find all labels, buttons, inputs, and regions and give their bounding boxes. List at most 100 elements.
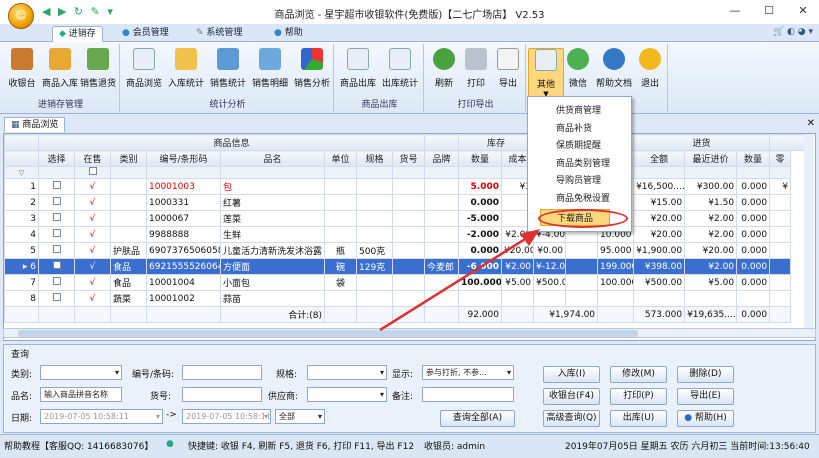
- refresh-button[interactable]: 刷新: [426, 48, 462, 94]
- help-h-button[interactable]: ● 帮助(H): [677, 410, 734, 427]
- dropdown-item[interactable]: 导购员管理: [556, 173, 601, 186]
- cell-a: ¥0.00: [533, 242, 567, 259]
- dropdown-item[interactable]: 商品补货: [556, 121, 592, 134]
- column-header[interactable]: [4, 150, 39, 167]
- display-select[interactable]: 参与打折, 不参... ▾: [422, 365, 514, 380]
- column-header[interactable]: 最近进价: [684, 150, 738, 167]
- column-header[interactable]: 零: [769, 150, 792, 167]
- column-header[interactable]: 货号: [391, 150, 426, 167]
- name-input[interactable]: 输入商品拼音名称: [40, 387, 122, 402]
- tab-system[interactable]: ✎ 系统管理: [190, 26, 248, 42]
- delete-button[interactable]: 删除(D): [677, 366, 734, 383]
- print-button[interactable]: 打印: [458, 48, 494, 94]
- column-header[interactable]: 在售: [74, 150, 111, 167]
- row-checkbox[interactable]: [38, 242, 75, 259]
- maximize-button[interactable]: ☐: [754, 4, 784, 17]
- cell-text: ¥2.00: [505, 261, 532, 272]
- stock-out-button[interactable]: 商品出库: [340, 48, 376, 94]
- sku-input[interactable]: [182, 387, 262, 402]
- tab-members[interactable]: ● 会员管理: [116, 26, 175, 42]
- dropdown-item[interactable]: 供货商管理: [556, 103, 601, 116]
- export-e-button[interactable]: 导出(E): [677, 388, 734, 405]
- dropdown-item[interactable]: 保质期提醒: [556, 138, 601, 151]
- stock-out-u-button[interactable]: 出库(U): [610, 410, 667, 427]
- column-header[interactable]: 数量: [458, 150, 503, 167]
- stock-in-stats-button[interactable]: 入库统计: [168, 48, 204, 94]
- scroll-thumb[interactable]: [18, 330, 638, 337]
- column-header[interactable]: 规格: [356, 150, 393, 167]
- table-row[interactable]: 1√10001003包5.000¥30.000¥16,500....¥300.0…: [4, 178, 810, 195]
- advanced-query-button[interactable]: 高级查询(Q): [543, 410, 600, 427]
- table-row[interactable]: 8 √ 蔬菜 10001002 蒜苗: [4, 290, 810, 307]
- row-checkbox[interactable]: [38, 226, 75, 243]
- cell-text: ¥2.00: [708, 213, 735, 224]
- cell-text: ¥5.00: [505, 277, 532, 288]
- column-header[interactable]: 类别: [110, 150, 147, 167]
- table-row[interactable]: ▸ 6 √ 食品 6921555526064 方便面 碗 129克 今麦郎 -6.000 ¥2.0…: [4, 258, 810, 275]
- dropdown-item[interactable]: 商品类别管理: [556, 156, 610, 169]
- tab-help[interactable]: ● 帮助: [268, 26, 309, 42]
- dropdown-item[interactable]: 商品免税设置: [556, 191, 610, 204]
- tab-inventory[interactable]: ◆ 进销存: [52, 26, 103, 42]
- column-header[interactable]: 全额: [633, 150, 686, 167]
- doc-tab-browse[interactable]: ▦ 商品浏览: [4, 117, 66, 132]
- minimize-button[interactable]: —: [720, 4, 750, 17]
- table-row[interactable]: 4 √ 9988888 生鲜 -2.000 ¥2.00 ¥-4.00 10.000 ¥20.00…: [4, 226, 810, 243]
- row-checkbox[interactable]: [38, 258, 75, 275]
- export-button[interactable]: 导出: [490, 48, 526, 94]
- sales-analysis-button[interactable]: 销售分析: [294, 48, 330, 94]
- date-to-input[interactable]: 2019-07-05 10:58:11 ▾: [182, 409, 271, 424]
- browse-products-button[interactable]: 商品浏览: [126, 48, 162, 94]
- table-row[interactable]: 7√食品10001004小面包袋100.000¥5.00¥500.00100.0…: [4, 274, 810, 291]
- sales-stats-button[interactable]: 销售统计: [210, 48, 246, 94]
- date-from-input[interactable]: 2019-07-05 10:58:11 ▾: [40, 409, 163, 424]
- row-checkbox[interactable]: [38, 178, 75, 195]
- column-header[interactable]: 选择: [38, 150, 75, 167]
- supplier-select[interactable]: ▾: [307, 387, 387, 402]
- horizontal-scrollbar[interactable]: [3, 328, 816, 338]
- note-input[interactable]: [422, 387, 514, 402]
- column-header[interactable]: 品名: [220, 150, 325, 167]
- table-row[interactable]: 5 √ 护肤品 6907376506058 儿童活力清新洗发沐浴露 瓶 500克 0.000 ¥…: [4, 242, 810, 259]
- table-row[interactable]: 2√1000331红薯0.00010.000¥15.00¥1.500.000: [4, 194, 810, 211]
- modify-button[interactable]: 修改(M): [610, 366, 667, 383]
- column-header[interactable]: 编号/条形码: [146, 150, 221, 167]
- close-tab-icon[interactable]: ✕: [807, 118, 815, 129]
- column-header[interactable]: 单位: [324, 150, 357, 167]
- grid-filter-row[interactable]: ▽: [4, 166, 810, 179]
- wechat-button[interactable]: 微信: [560, 48, 596, 94]
- filter-icon[interactable]: ▽: [4, 166, 39, 179]
- column-header[interactable]: 品牌: [424, 150, 460, 167]
- query-all-button[interactable]: 查询全部(A): [440, 410, 515, 427]
- filter-checkbox[interactable]: [74, 166, 111, 179]
- spec-select[interactable]: ▾: [307, 365, 387, 380]
- cell-code: 10001002: [146, 290, 221, 307]
- close-button[interactable]: ✕: [788, 4, 818, 17]
- cashier-button[interactable]: 收银台: [4, 48, 40, 94]
- sales-detail-button[interactable]: 销售明细: [252, 48, 288, 94]
- code-input[interactable]: [182, 365, 262, 380]
- stock-in-button[interactable]: 商品入库: [42, 48, 78, 94]
- sales-return-button[interactable]: 销售退货: [80, 48, 116, 94]
- stock-in-query-button[interactable]: 入库(I): [543, 366, 600, 383]
- row-checkbox[interactable]: [38, 274, 75, 291]
- row-checkbox[interactable]: [38, 194, 75, 211]
- cashier-f4-button[interactable]: 收银台(F4): [543, 388, 600, 405]
- row-checkbox[interactable]: [38, 290, 75, 307]
- table-row[interactable]: 3√1000067莲菜-5.00010.000¥20.00¥2.000.000: [4, 210, 810, 227]
- cell-text: ¥20.00: [650, 213, 683, 224]
- stock-out-stats-button[interactable]: 出库统计: [382, 48, 418, 94]
- cell-last: ¥20.00: [684, 242, 738, 259]
- exit-button[interactable]: 退出: [632, 48, 668, 94]
- vertical-scrollbar[interactable]: [804, 134, 814, 328]
- category-select[interactable]: ▾: [40, 365, 122, 380]
- column-header[interactable]: 数量: [736, 150, 771, 167]
- help-docs-button[interactable]: 帮助文档: [594, 48, 634, 94]
- app-logo-icon[interactable]: ☺: [8, 3, 34, 29]
- status-help-link[interactable]: 帮助教程【客服QQ: 1416683076】: [4, 439, 153, 452]
- row-checkbox[interactable]: [38, 210, 75, 227]
- print-p-button[interactable]: 打印(P): [610, 388, 667, 405]
- other-menu-button[interactable]: 其他 ▼: [528, 48, 564, 100]
- date-range-select[interactable]: 全部 ▾: [275, 409, 325, 424]
- ribbon-extra-icons[interactable]: 🛒 ◐ ◕ ▾: [773, 27, 813, 37]
